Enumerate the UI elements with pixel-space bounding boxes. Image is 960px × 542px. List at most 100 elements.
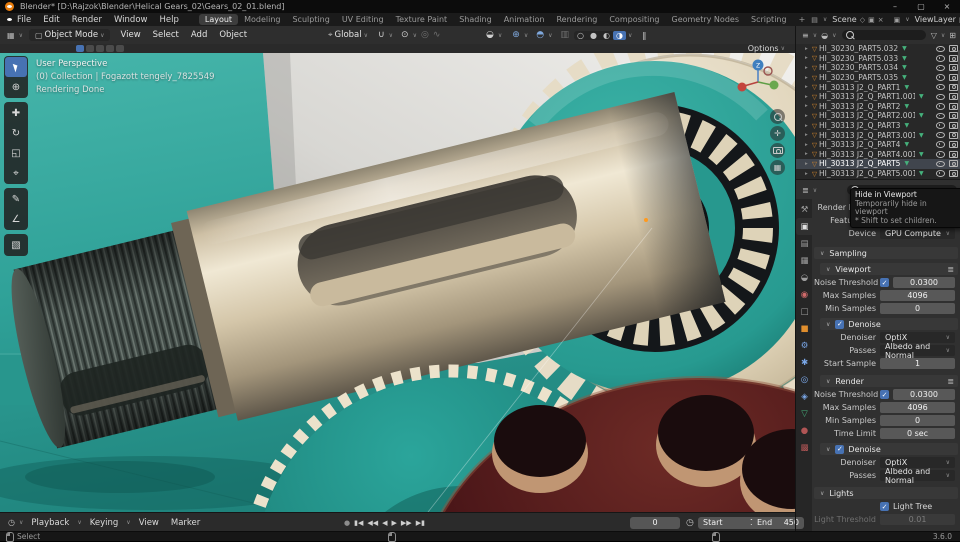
falloff-icon[interactable]: ∿	[431, 30, 443, 40]
unlink-scene-icon[interactable]: ×	[878, 16, 884, 24]
tab-particles[interactable]: ✱	[796, 354, 813, 371]
outliner-row[interactable]: ▸▽HI_30313 J2_Q_PART3▼	[796, 121, 960, 131]
maximize-button[interactable]: ▢	[908, 2, 934, 11]
proportional-center-icon[interactable]: ◎	[419, 30, 431, 40]
hide-viewport-icon[interactable]	[936, 55, 945, 62]
expand-icon[interactable]: ▸	[805, 75, 812, 81]
outliner-row[interactable]: ▸▽HI_30230_PART5.032▼	[796, 44, 960, 54]
outliner-search-input[interactable]	[842, 30, 926, 40]
min-samples-value[interactable]: 0	[880, 415, 955, 426]
pin-icon[interactable]: ◇	[860, 16, 865, 24]
tab-texture-paint[interactable]: Texture Paint	[390, 14, 454, 25]
menu-file[interactable]: File	[11, 15, 37, 25]
axis-y[interactable]	[770, 81, 779, 90]
hide-viewport-icon[interactable]	[936, 113, 945, 120]
outliner-row[interactable]: ▸▽HI_30313 J2_Q_PART3.001▼	[796, 130, 960, 140]
hide-viewport-icon[interactable]	[936, 161, 945, 168]
properties-editor-icon[interactable]: ≣	[800, 186, 811, 195]
viewport-canvas[interactable]: User Perspective (0) Collection | Fogazo…	[0, 53, 795, 512]
object-name[interactable]: HI_30313 J2_Q_PART4	[819, 140, 900, 149]
hide-viewport-icon[interactable]	[936, 74, 945, 81]
menu-edit[interactable]: Edit	[37, 15, 65, 25]
disable-render-icon[interactable]	[949, 74, 958, 81]
expand-icon[interactable]: ▸	[805, 151, 812, 157]
light-threshold-value[interactable]: 0.01	[880, 514, 955, 525]
outliner-row[interactable]: ▸▽HI_30230_PART5.034▼	[796, 63, 960, 73]
sampling-panel-header[interactable]: ∨ Sampling	[814, 247, 958, 259]
tool-rotate[interactable]: ↻	[5, 123, 27, 143]
perspective-toggle-button[interactable]: ▦	[770, 160, 785, 175]
outliner-row[interactable]: ▸▽HI_30230_PART5.035▼	[796, 73, 960, 83]
select-mode-subtract[interactable]	[96, 45, 104, 52]
expand-icon[interactable]: ▸	[805, 55, 812, 61]
show-gizmo-icon[interactable]: ⊕	[510, 30, 522, 40]
tab-scripting[interactable]: Scripting	[745, 14, 793, 25]
object-name[interactable]: HI_30313 J2_Q_PART5	[819, 159, 900, 168]
select-mode-set[interactable]	[76, 45, 84, 52]
proportional-edit-icon[interactable]: ⊙	[399, 30, 411, 40]
tab-physics[interactable]: ◎	[796, 371, 813, 388]
outliner-row[interactable]: ▸▽HI_30230_PART5.033▼	[796, 54, 960, 64]
menu-window[interactable]: Window	[108, 15, 154, 25]
outliner-row[interactable]: ▸▽HI_30313 J2_Q_PART4▼	[796, 140, 960, 150]
object-name[interactable]: HI_30313 J2_Q_PART2	[819, 102, 900, 111]
tab-animation[interactable]: Animation	[498, 14, 551, 25]
lights-panel-header[interactable]: ∨ Lights	[814, 487, 958, 499]
outliner-display-mode-icon[interactable]: ≡	[800, 31, 811, 40]
object-visibility-icon[interactable]: ◒	[484, 30, 496, 40]
object-name[interactable]: HI_30313 J2_Q_PART4.001	[819, 150, 915, 159]
auto-keying-clock-icon[interactable]: ◷	[686, 518, 694, 528]
zoom-view-button[interactable]	[770, 109, 785, 124]
hide-viewport-icon[interactable]	[936, 84, 945, 91]
show-overlays-icon[interactable]: ◓	[534, 30, 546, 40]
expand-icon[interactable]: ▸	[805, 161, 812, 167]
tab-object[interactable]: ■	[796, 320, 813, 337]
menu-select[interactable]: Select	[147, 30, 185, 40]
menu-object[interactable]: Object	[213, 30, 253, 40]
object-name[interactable]: HI_30230_PART5.033	[819, 54, 898, 63]
shading-rendered-icon[interactable]: ◑	[613, 31, 626, 40]
disable-render-icon[interactable]	[949, 132, 958, 139]
close-button[interactable]: ×	[934, 2, 960, 11]
disable-render-icon[interactable]	[949, 45, 958, 52]
object-name[interactable]: HI_30230_PART5.035	[819, 73, 898, 82]
expand-icon[interactable]: ▸	[805, 65, 812, 71]
outliner-filter-objects-icon[interactable]: ◒	[819, 31, 830, 40]
disable-render-icon[interactable]	[949, 122, 958, 129]
render-sampling-header[interactable]: ∨ Render ≣	[820, 375, 958, 387]
play-button[interactable]: ▶	[392, 519, 397, 527]
shading-material-icon[interactable]: ◐	[600, 31, 613, 40]
outliner-row-selected[interactable]: ▸▽HI_30313 J2_Q_PART5▼	[796, 159, 960, 169]
object-name[interactable]: HI_30230_PART5.032	[819, 44, 898, 53]
noise-threshold-checkbox[interactable]: ✓	[880, 390, 889, 399]
tab-texture[interactable]: ▩	[796, 439, 813, 456]
hide-viewport-icon[interactable]	[936, 46, 945, 53]
expand-icon[interactable]: ▸	[805, 113, 812, 119]
axis-x-neg[interactable]	[764, 67, 772, 75]
outliner-row[interactable]: ▸▽HI_30313 J2_Q_PART1▼	[796, 82, 960, 92]
viewport-sampling-header[interactable]: ∨ Viewport ≣	[820, 263, 958, 275]
next-keyframe-button[interactable]: ▶▶	[401, 519, 412, 527]
object-name[interactable]: HI_30313 J2_Q_PART3	[819, 121, 900, 130]
outliner-panel[interactable]: ▸▽HI_30230_PART5.032▼ ▸▽HI_30230_PART5.0…	[795, 44, 960, 179]
device-dropdown[interactable]: GPU Compute∨	[880, 228, 955, 239]
tab-collection[interactable]: □	[796, 303, 813, 320]
time-limit-value[interactable]: 0 sec	[880, 428, 955, 439]
tab-material[interactable]: ●	[796, 422, 813, 439]
options-dropdown[interactable]: Options ∨	[748, 44, 787, 53]
viewlayer-selector[interactable]: ▣ ∨ ViewLayer ▣	[894, 15, 960, 24]
menu-view[interactable]: View	[133, 518, 165, 528]
new-collection-icon[interactable]: ⊞	[947, 31, 958, 40]
disable-render-icon[interactable]	[949, 64, 958, 71]
outliner-row[interactable]: ▸▽HI_30313 J2_Q_PART5.001▼	[796, 169, 960, 179]
hide-viewport-icon[interactable]	[936, 132, 945, 139]
prev-keyframe-button[interactable]: ◀◀	[367, 519, 378, 527]
object-name[interactable]: HI_30313 J2_Q_PART5.001	[819, 169, 915, 178]
light-tree-checkbox[interactable]: ✓	[880, 502, 889, 511]
tab-compositing[interactable]: Compositing	[603, 14, 665, 25]
menu-view[interactable]: View	[114, 30, 146, 40]
hide-viewport-icon[interactable]	[936, 141, 945, 148]
menu-add[interactable]: Add	[185, 30, 213, 40]
add-workspace-button[interactable]: +	[793, 14, 812, 25]
snap-magnet-icon[interactable]: ∪	[376, 30, 387, 40]
